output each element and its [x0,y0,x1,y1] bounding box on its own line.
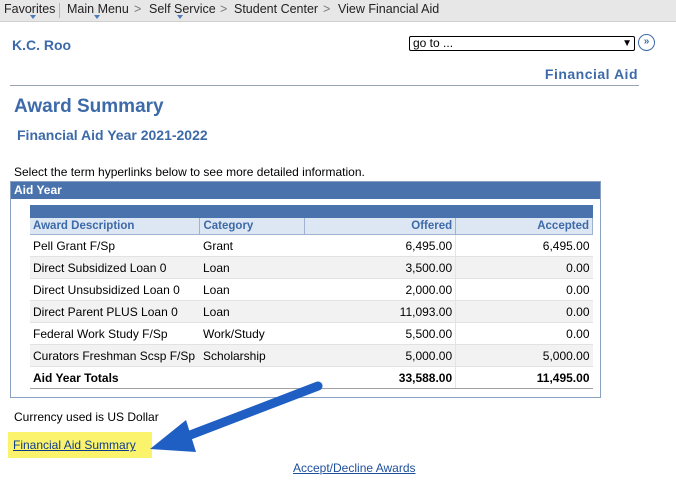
instructions-text: Select the term hyperlinks below to see … [14,165,365,179]
table-row: Pell Grant F/Sp Grant 6,495.00 6,495.00 [30,234,593,257]
award-offered: 5,000.00 [304,344,457,367]
aid-year-title: Financial Aid Year 2021-2022 [17,127,208,143]
award-offered: 5,500.00 [304,322,457,345]
col-accepted: Accepted [455,218,593,235]
nav-favorites[interactable]: Favorites [4,2,55,16]
totals-category [199,366,305,389]
award-category: Scholarship [199,344,305,367]
award-category: Loan [199,278,305,301]
totals-offered: 33,588.00 [304,366,457,389]
award-offered: 2,000.00 [304,278,457,301]
top-nav-bar: Favorites Main Menu > Self Service > Stu… [0,0,676,22]
award-offered: 6,495.00 [304,234,457,257]
favorites-dropdown-icon [30,15,36,19]
nav-divider [59,3,60,18]
nav-main-menu[interactable]: Main Menu [67,2,129,16]
award-category: Grant [199,234,305,257]
page-label: Financial Aid [544,66,638,82]
chevron-down-icon: ▼ [622,38,632,49]
self-service-dropdown-icon [177,15,183,19]
accept-decline-awards-link[interactable]: Accept/Decline Awards [293,461,416,475]
award-description: Direct Parent PLUS Loan 0 [30,300,200,323]
financial-aid-summary-link[interactable]: Financial Aid Summary [13,438,136,452]
col-award-description: Award Description [30,218,201,235]
goto-select[interactable]: go to ... ▼ [409,36,635,51]
table-row: Curators Freshman Scsp F/Sp Scholarship … [30,344,593,367]
award-description: Direct Unsubsidized Loan 0 [30,278,200,301]
totals-accepted: 11,495.00 [455,366,593,389]
award-accepted: 0.00 [455,278,593,301]
award-description: Federal Work Study F/Sp [30,322,200,345]
nav-self-service[interactable]: Self Service [149,2,216,16]
student-name: K.C. Roo [12,37,72,53]
go-button[interactable]: » [638,34,655,51]
table-row: Direct Unsubsidized Loan 0 Loan 2,000.00… [30,278,593,301]
breadcrumb-separator: > [220,2,228,16]
table-band [30,205,593,218]
main-menu-dropdown-icon [94,15,100,19]
award-accepted: 5,000.00 [455,344,593,367]
col-offered: Offered [304,218,457,235]
award-accepted: 0.00 [455,300,593,323]
col-category: Category [199,218,306,235]
table-row: Federal Work Study F/Sp Work/Study 5,500… [30,322,593,345]
nav-view-financial-aid[interactable]: View Financial Aid [338,2,439,16]
aid-year-header: Aid Year [11,182,600,199]
award-description: Direct Subsidized Loan 0 [30,256,200,279]
award-accepted: 0.00 [455,256,593,279]
nav-student-center[interactable]: Student Center [234,2,318,16]
breadcrumb-separator: > [323,2,331,16]
table-row: Direct Parent PLUS Loan 0 Loan 11,093.00… [30,300,593,323]
award-accepted: 6,495.00 [455,234,593,257]
award-category: Work/Study [199,322,305,345]
award-offered: 11,093.00 [304,300,457,323]
breadcrumb-separator: > [134,2,142,16]
award-category: Loan [199,256,305,279]
awards-table: Award Description Category Offered Accep… [30,205,593,389]
totals-label: Aid Year Totals [30,366,200,389]
header-divider [10,85,639,86]
totals-row: Aid Year Totals 33,588.00 11,495.00 [30,366,593,389]
award-category: Loan [199,300,305,323]
page-title: Award Summary [14,96,164,117]
award-description: Pell Grant F/Sp [30,234,200,257]
goto-select-value: go to ... [413,36,454,50]
award-accepted: 0.00 [455,322,593,345]
currency-note: Currency used is US Dollar [14,410,159,424]
table-row: Direct Subsidized Loan 0 Loan 3,500.00 0… [30,256,593,279]
award-offered: 3,500.00 [304,256,457,279]
award-description: Curators Freshman Scsp F/Sp [30,344,200,367]
